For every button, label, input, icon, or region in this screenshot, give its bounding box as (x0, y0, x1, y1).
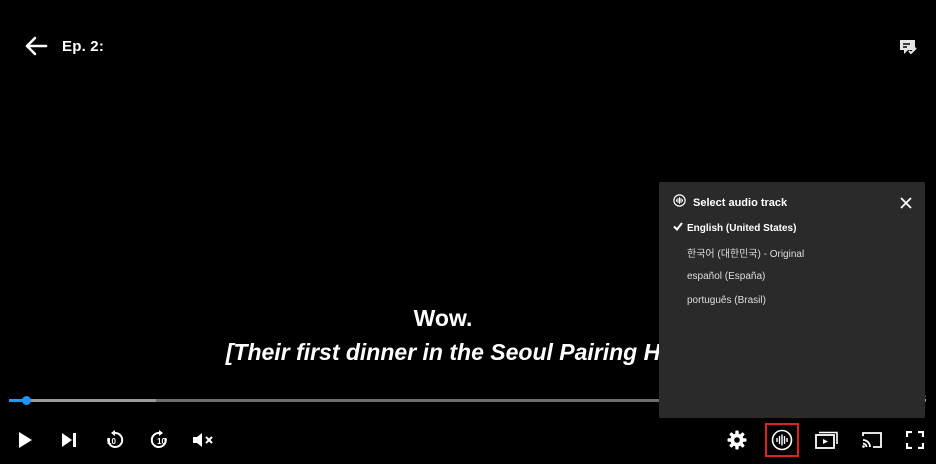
audio-option-label: English (United States) (687, 222, 797, 234)
fullscreen-button[interactable] (901, 427, 929, 453)
forward-10-icon: 10 (148, 429, 170, 451)
audio-option-label: español (España) (687, 270, 766, 282)
panel-header: Select audio track (673, 194, 787, 212)
audio-waveform-icon (673, 194, 686, 212)
checkmark-icon (673, 222, 687, 234)
feedback-icon[interactable] (895, 36, 921, 60)
audio-option-spanish[interactable]: español (España) (673, 268, 765, 284)
scrubber-handle[interactable] (22, 396, 31, 405)
audio-option-english[interactable]: English (United States) (673, 220, 796, 236)
episodes-button[interactable] (812, 427, 842, 453)
close-icon[interactable] (897, 194, 915, 212)
forward-seconds: 10 (157, 437, 166, 446)
audio-track-button[interactable] (765, 423, 799, 457)
cast-icon (861, 431, 883, 449)
rewind-10-button[interactable]: 10 (101, 427, 129, 453)
audio-waveform-icon (771, 429, 793, 451)
buffered-bar (9, 399, 156, 402)
audio-track-panel: Select audio track English (United State… (659, 182, 925, 418)
back-arrow-icon[interactable] (20, 32, 52, 60)
mute-button[interactable] (189, 427, 217, 453)
audio-option-label: 한국어 (대한민국) - Original (687, 248, 805, 260)
play-icon (17, 431, 33, 449)
settings-button[interactable] (723, 427, 751, 453)
fullscreen-icon (906, 431, 924, 449)
mute-icon (192, 431, 214, 449)
audio-option-label: português (Brasil) (687, 294, 766, 306)
audio-option-portuguese[interactable]: português (Brasil) (673, 292, 766, 308)
next-episode-icon (60, 432, 78, 448)
episodes-icon (815, 431, 839, 449)
rewind-seconds: 10 (107, 437, 116, 446)
cast-button[interactable] (857, 427, 887, 453)
audio-option-korean[interactable]: 한국어 (대한민국) - Original (673, 244, 804, 260)
next-episode-button[interactable] (55, 427, 83, 453)
play-button[interactable] (11, 427, 39, 453)
forward-10-button[interactable]: 10 (145, 427, 173, 453)
rewind-10-icon: 10 (104, 429, 126, 451)
panel-title: Select audio track (693, 197, 788, 209)
settings-gear-icon (727, 430, 747, 450)
episode-title: Ep. 2: (62, 38, 105, 55)
